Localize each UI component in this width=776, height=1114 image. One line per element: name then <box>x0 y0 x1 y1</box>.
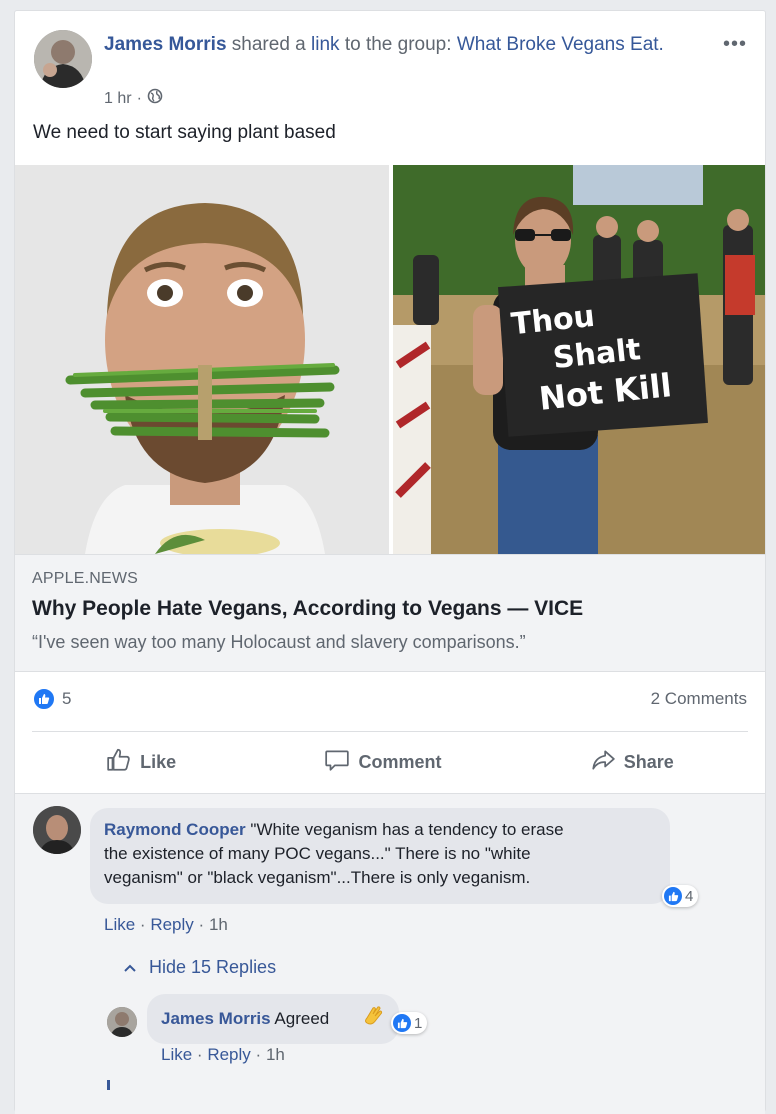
post-text: We need to start saying plant based <box>33 122 336 143</box>
author-name-link[interactable]: James Morris <box>104 34 227 55</box>
action-divider <box>32 731 748 732</box>
like-reaction-icon <box>393 1014 411 1032</box>
commenter-avatar[interactable] <box>33 806 81 854</box>
reply-actions: Like · Reply · 1h <box>161 1045 285 1065</box>
reply-reply-link[interactable]: Reply <box>207 1045 250 1064</box>
separator: · <box>139 915 146 934</box>
comments-count-link[interactable]: 2 Comments <box>651 689 747 709</box>
group-link[interactable]: What Broke Vegans Eat. <box>457 34 664 55</box>
reply-bubble: James Morris Agreed <box>147 994 399 1044</box>
comment-like-link[interactable]: Like <box>104 915 135 934</box>
comment-bubble: Raymond Cooper "White veganism has a ten… <box>90 808 670 904</box>
like-reaction-icon <box>32 687 56 711</box>
link-title[interactable]: Why People Hate Vegans, According to Veg… <box>32 597 583 621</box>
clapping-hands-icon <box>361 1004 385 1035</box>
reply-text: Agreed <box>274 1009 330 1028</box>
comment-reply-link[interactable]: Reply <box>150 915 193 934</box>
comment-reaction-count: 4 <box>685 887 694 905</box>
comment-text-line-3: veganism" or "black veganism"...There is… <box>104 868 531 887</box>
meta-separator: · <box>136 89 142 107</box>
to-group-text: to the group: <box>344 34 452 55</box>
shared-text: shared a <box>231 34 306 55</box>
post-meta: 1 hr · <box>104 88 163 109</box>
comment-time[interactable]: 1h <box>209 915 228 934</box>
separator: · <box>196 1045 203 1064</box>
like-reaction-icon <box>664 887 682 905</box>
chevron-up-icon <box>123 957 137 978</box>
comment-text-line-1: "White veganism has a tendency to erase <box>250 820 564 839</box>
link-domain: APPLE.NEWS <box>32 570 139 587</box>
like-label: Like <box>140 751 177 772</box>
comment-reaction-badge[interactable]: 4 <box>662 885 699 907</box>
post-card: James Morris shared a link to the group:… <box>14 10 766 1114</box>
globe-icon[interactable] <box>147 88 163 109</box>
share-label: Share <box>623 751 674 772</box>
reply-reaction-count: 1 <box>414 1014 423 1032</box>
reply-author-avatar[interactable] <box>107 1007 137 1037</box>
reaction-summary[interactable]: 5 <box>32 687 71 711</box>
comment-button[interactable]: Comment <box>324 747 441 778</box>
hide-replies-label: Hide 15 Replies <box>149 957 277 977</box>
thumbs-up-icon <box>106 747 132 778</box>
comment-label: Comment <box>358 751 442 772</box>
thread-line <box>107 1080 110 1090</box>
separator: · <box>255 1045 262 1064</box>
post-time[interactable]: 1 hr <box>104 90 132 108</box>
post-image[interactable]: Thou Shalt Not Kill <box>15 165 765 554</box>
separator: · <box>198 915 205 934</box>
reply-author-link[interactable]: James Morris <box>161 1009 271 1028</box>
post-actions: Like Comment Share <box>32 741 748 783</box>
link-preview[interactable]: APPLE.NEWS Why People Hate Vegans, Accor… <box>15 554 765 672</box>
author-avatar[interactable] <box>34 30 92 88</box>
reply-reaction-badge[interactable]: 1 <box>391 1012 428 1034</box>
like-button[interactable]: Like <box>106 747 176 778</box>
like-count: 5 <box>62 689 72 708</box>
comments-section: Raymond Cooper "White veganism has a ten… <box>15 793 765 1114</box>
comment-text-line-2: the existence of many POC vegans..." The… <box>104 844 531 863</box>
post-header: James Morris shared a link to the group:… <box>104 31 724 58</box>
comment-author-link[interactable]: Raymond Cooper <box>104 820 246 839</box>
shared-link[interactable]: link <box>311 34 340 55</box>
reply-time[interactable]: 1h <box>266 1045 285 1064</box>
protester-image[interactable]: Thou Shalt Not Kill <box>393 165 765 554</box>
speech-bubble-icon <box>324 747 350 778</box>
comment-actions: Like · Reply · 1h <box>104 915 228 935</box>
share-button[interactable]: Share <box>590 747 674 778</box>
reply-like-link[interactable]: Like <box>161 1045 192 1064</box>
more-options-button[interactable]: ••• <box>723 33 747 56</box>
link-description: “I've seen way too many Holocaust and sl… <box>32 632 526 652</box>
man-with-beans-image[interactable] <box>15 165 389 554</box>
share-arrow-icon <box>590 747 616 778</box>
hide-replies-button[interactable]: Hide 15 Replies <box>123 957 276 978</box>
